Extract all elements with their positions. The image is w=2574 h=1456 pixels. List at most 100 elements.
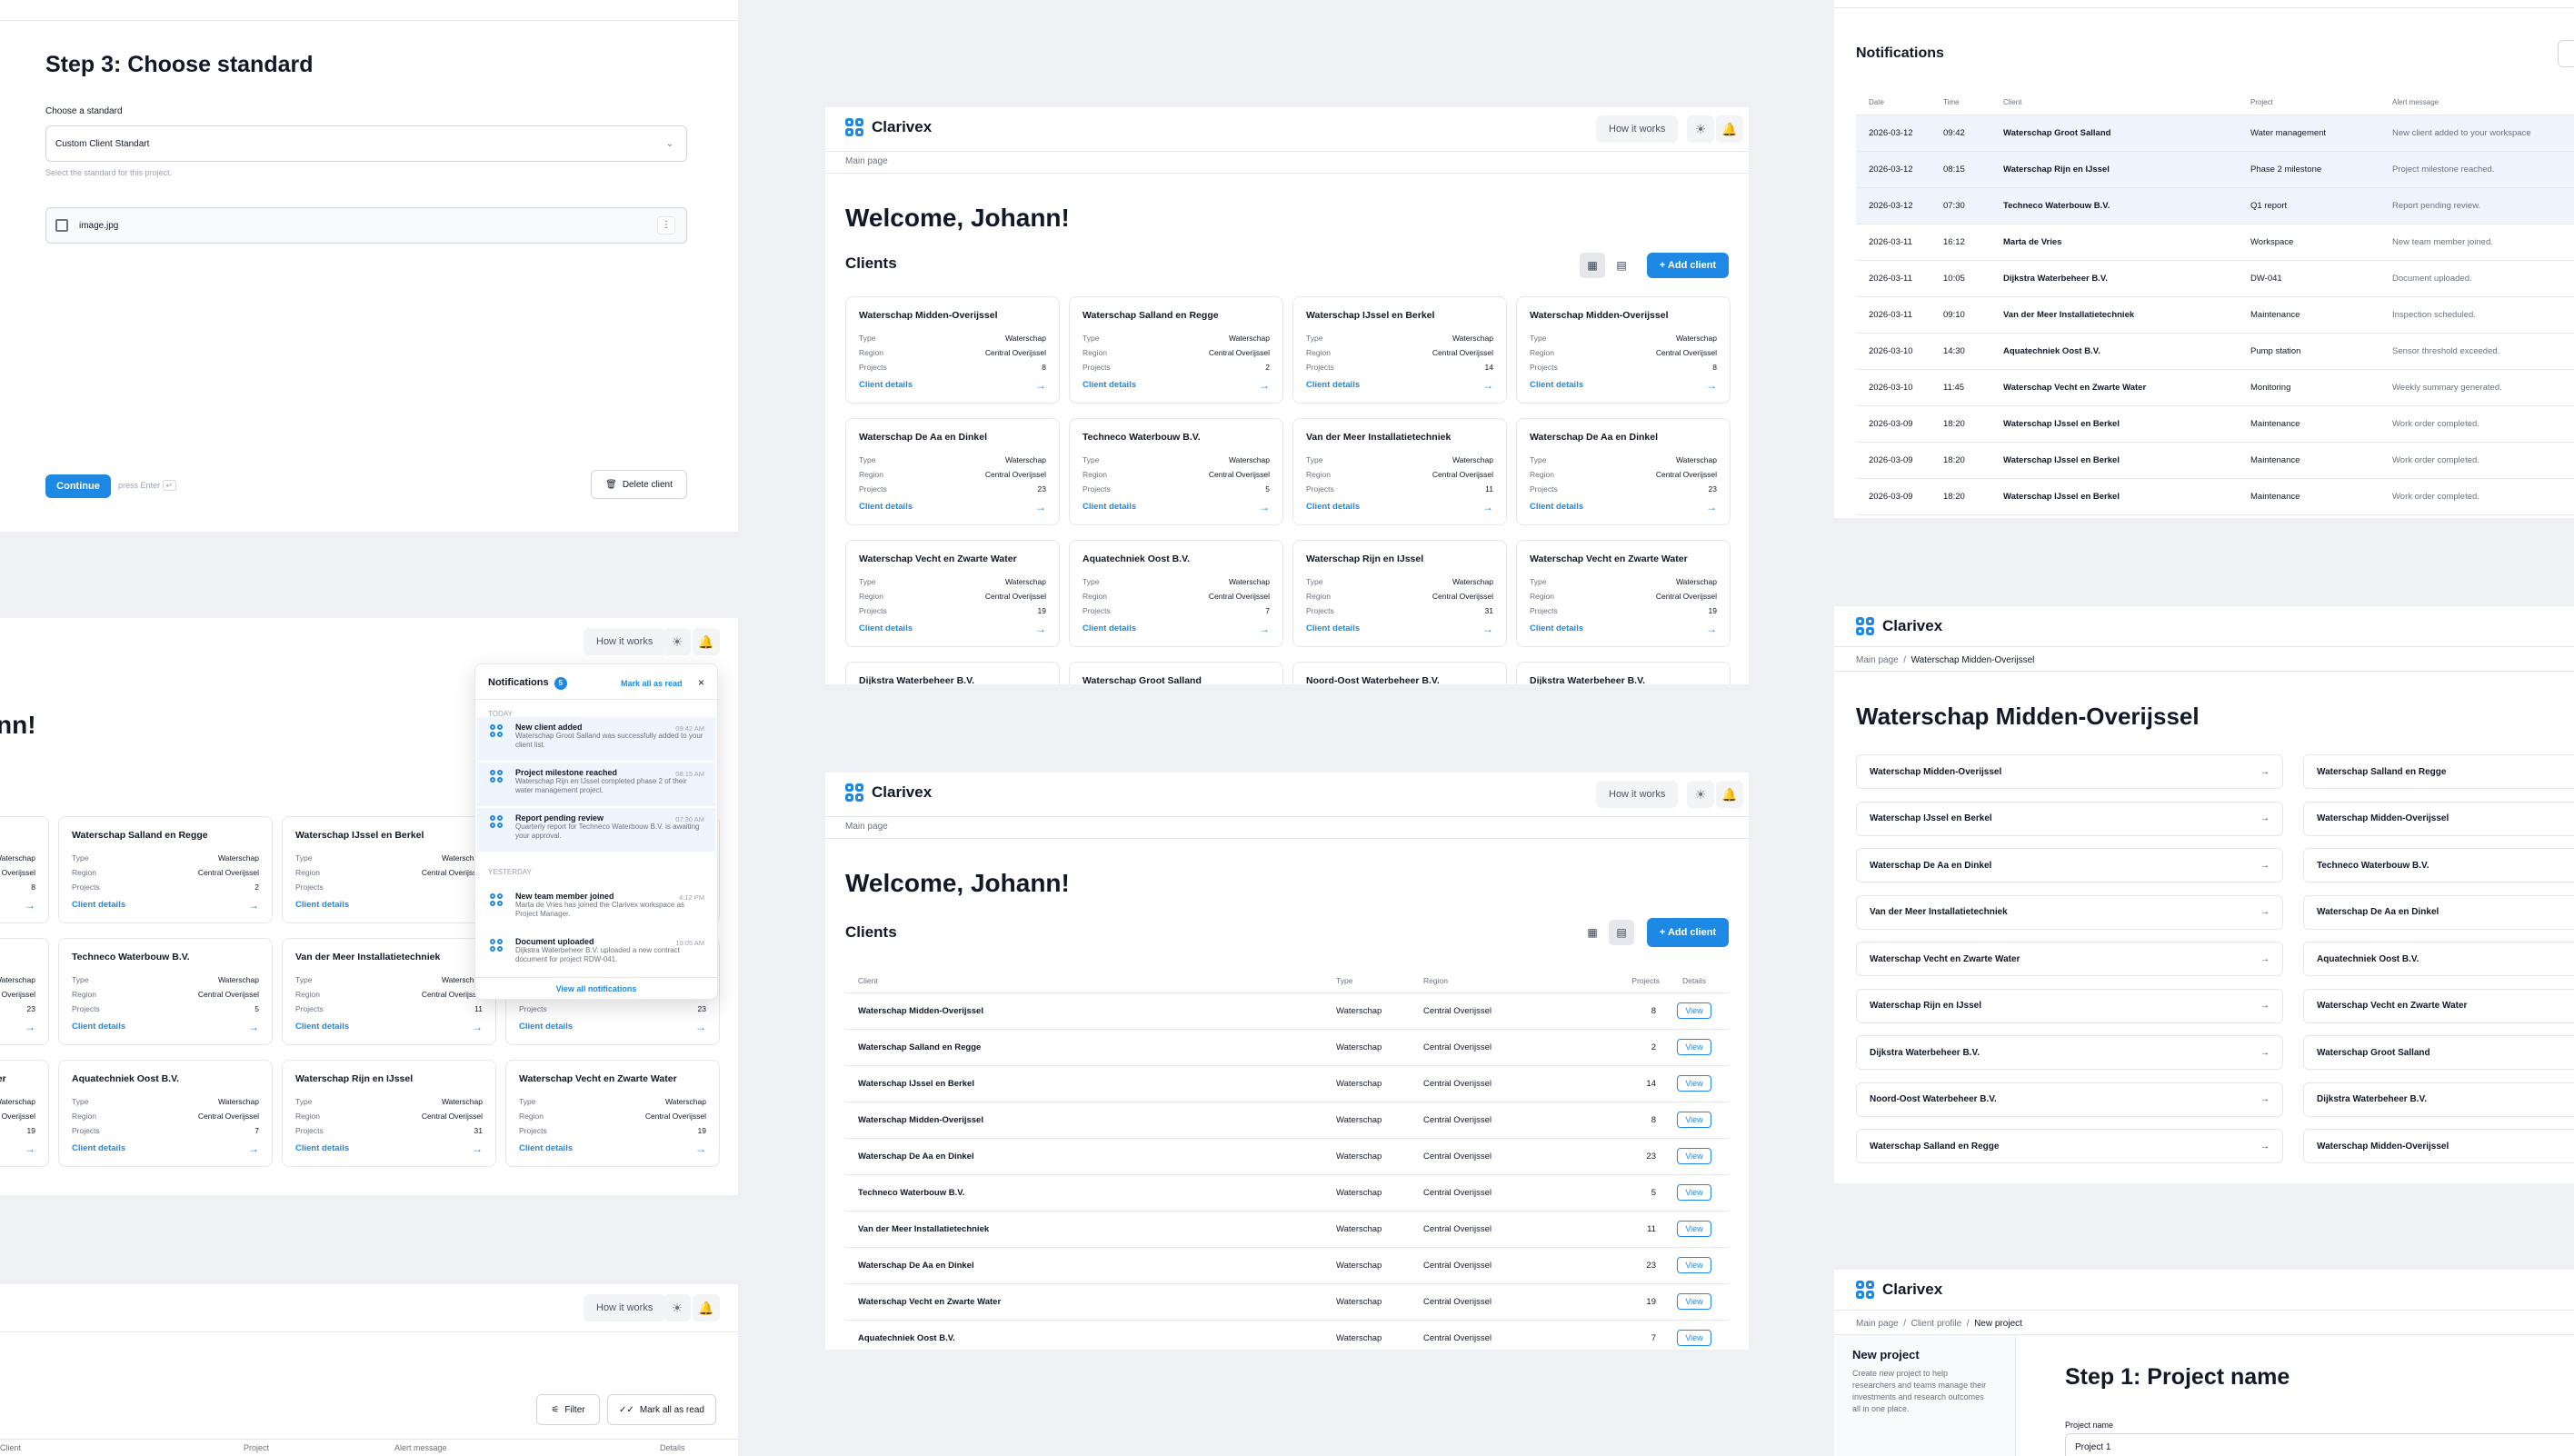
how-it-works-button[interactable]: How it works xyxy=(584,1294,666,1321)
panel-action-button[interactable] xyxy=(2558,40,2574,67)
notifications-bell-icon[interactable]: 🔔 xyxy=(693,1294,720,1321)
client-link-row[interactable]: Waterschap Vecht en Zwarte Water→ xyxy=(1856,942,2283,976)
client-card[interactable]: Waterschap De Aa en Dinkel TypeWaterscha… xyxy=(845,418,1060,525)
client-link-row[interactable]: Dijkstra Waterbeheer B.V.→ xyxy=(2303,1082,2574,1117)
view-all-notifications-link[interactable]: View all notifications xyxy=(475,984,717,993)
breadcrumb[interactable]: Main page xyxy=(845,822,888,832)
table-row[interactable]: 2026-03-11 09:10 Van der Meer Installati… xyxy=(1856,296,2574,333)
table-row[interactable]: 2026-03-11 16:12 Marta de Vries Workspac… xyxy=(1856,224,2574,260)
client-link-row[interactable]: Waterschap De Aa en Dinkel→ xyxy=(1856,848,2283,883)
view-button[interactable]: View xyxy=(1677,1330,1711,1346)
notifications-bell-icon[interactable]: 🔔 xyxy=(693,628,720,655)
view-button[interactable]: View xyxy=(1677,1075,1711,1092)
client-card[interactable]: Waterschap Vecht en Zwarte Water TypeWat… xyxy=(845,540,1060,647)
client-link-row[interactable]: Waterschap Groot Salland→ xyxy=(2303,1035,2574,1070)
client-card[interactable]: Waterschap De Aa en Dinkel TypeWaterscha… xyxy=(1516,418,1731,525)
notification-item[interactable]: New team member joined Marta de Vries ha… xyxy=(477,886,715,930)
client-card[interactable]: Waterschap IJssel en Berkel Type Watersch… xyxy=(282,816,496,923)
continue-button[interactable]: Continue xyxy=(45,474,111,498)
client-details-link[interactable]: Client details xyxy=(519,1143,573,1153)
client-card[interactable]: Waterschap De Aa en Dinkel TypeWaterscha… xyxy=(0,938,49,1045)
client-link-row[interactable]: Waterschap De Aa en Dinkel→ xyxy=(2303,894,2574,930)
client-details-link[interactable]: Client details xyxy=(72,1022,125,1032)
table-row[interactable]: 2026-03-11 10:05 Dijkstra Waterbeheer B.… xyxy=(1856,260,2574,296)
client-link-row[interactable]: Techneco Waterbouw B.V.→ xyxy=(2303,848,2574,883)
view-button[interactable]: View xyxy=(1677,1184,1711,1201)
client-details-link[interactable]: Client details xyxy=(1530,623,1583,633)
client-card[interactable]: Waterschap Salland en Regge Type Watersch… xyxy=(58,816,273,923)
client-link-row[interactable]: Aquatechniek Oost B.V.→ xyxy=(2303,942,2574,976)
table-row[interactable]: 2026-03-12 09:42 Waterschap Groot Sallan… xyxy=(1856,115,2574,151)
breadcrumb[interactable]: Main page / Waterschap Midden-Overijssel xyxy=(1856,655,2034,665)
add-client-button[interactable]: + Add client xyxy=(1647,253,1729,278)
more-options-icon[interactable]: ⋮ xyxy=(657,216,675,234)
table-view-icon[interactable]: ▤ xyxy=(1609,920,1634,945)
client-details-link[interactable]: Client details xyxy=(1306,502,1360,512)
client-card[interactable]: Waterschap Vecht en Zwarte Water TypeWat… xyxy=(505,1060,720,1167)
client-details-link[interactable]: Client details xyxy=(295,1143,349,1153)
client-card[interactable]: Waterschap Salland en Regge Type Watersch… xyxy=(1069,296,1283,404)
client-card[interactable]: Techneco Waterbouw B.V. Type Waterschap R… xyxy=(58,938,273,1045)
client-details-link[interactable]: Client details xyxy=(295,1022,349,1032)
client-details-link[interactable]: Client details xyxy=(1082,502,1136,512)
table-row[interactable]: 2026-03-10 11:45 Waterschap Vecht en Zwa… xyxy=(1856,369,2574,405)
client-link-row[interactable]: Waterschap Midden-Overijssel→ xyxy=(1856,754,2283,789)
breadcrumb[interactable]: Main page / Client profile / New project xyxy=(1856,1319,2022,1329)
client-card[interactable]: Van der Meer Installatietechniek Type Wat… xyxy=(1292,418,1507,525)
theme-toggle-icon[interactable]: ☀ xyxy=(1687,115,1714,143)
client-card[interactable]: Waterschap Rijn en IJssel Type Waterschap… xyxy=(1292,540,1507,647)
mark-all-read-button[interactable]: ✓✓ Mark all as read xyxy=(607,1394,716,1425)
client-link-row[interactable]: Waterschap IJssel en Berkel → xyxy=(1856,801,2283,836)
client-link-row[interactable]: Waterschap Vecht en Zwarte Water→ xyxy=(2303,988,2574,1023)
client-card[interactable]: Waterschap Midden-Overijssel TypeWatersc… xyxy=(0,816,49,923)
client-details-link[interactable]: Client details xyxy=(1082,623,1136,633)
client-card[interactable]: Waterschap IJssel en Berkel Type Watersch… xyxy=(1292,296,1507,404)
theme-toggle-icon[interactable]: ☀ xyxy=(1687,781,1714,808)
table-row[interactable]: 2026-03-09 18:20 Waterschap IJssel en Be… xyxy=(1856,442,2574,478)
table-row[interactable]: 2026-03-12 07:30 Techneco Waterbouw B.V.… xyxy=(1856,187,2574,224)
standard-select[interactable]: Custom Client Standart ⌄ xyxy=(45,125,687,162)
table-row[interactable]: 2026-03-09 18:20 Waterschap IJssel en Be… xyxy=(1856,405,2574,442)
notifications-bell-icon[interactable]: 🔔 xyxy=(1716,781,1743,808)
client-card[interactable]: Waterschap Vecht en Zwarte Water TypeWat… xyxy=(1516,540,1731,647)
table-row[interactable]: 2026-03-09 18:20 Waterschap IJssel en Be… xyxy=(1856,478,2574,514)
client-details-link[interactable]: Client details xyxy=(519,1022,573,1032)
client-details-link[interactable]: Client details xyxy=(1530,502,1583,512)
client-card[interactable]: Waterschap Groot Salland xyxy=(1069,662,1283,684)
filter-button[interactable]: ⚟ Filter xyxy=(536,1394,600,1425)
client-link-row[interactable]: Waterschap Salland en Regge→ xyxy=(2303,754,2574,789)
grid-view-icon[interactable]: ▦ xyxy=(1580,920,1605,945)
theme-toggle-icon[interactable]: ☀ xyxy=(663,1294,691,1321)
client-card[interactable]: Dijkstra Waterbeheer B.V. xyxy=(845,662,1060,684)
table-row[interactable]: 2026-03-12 08:15 Waterschap Rijn en IJss… xyxy=(1856,151,2574,187)
view-button[interactable]: View xyxy=(1677,1039,1711,1055)
client-details-link[interactable]: Client details xyxy=(72,900,125,910)
view-button[interactable]: View xyxy=(1677,1257,1711,1273)
client-card[interactable]: Techneco Waterbouw B.V. Type Waterschap R… xyxy=(1069,418,1283,525)
client-details-link[interactable]: Client details xyxy=(859,380,913,390)
notification-item[interactable]: Report pending review Quarterly report f… xyxy=(477,808,715,852)
client-card[interactable]: Aquatechniek Oost B.V. Type Waterschap Re… xyxy=(58,1060,273,1167)
client-details-link[interactable]: Client details xyxy=(1082,380,1136,390)
view-button[interactable]: View xyxy=(1677,1002,1711,1019)
client-details-link[interactable]: Client details xyxy=(1306,623,1360,633)
notification-item[interactable]: Project milestone reached Waterschap Rij… xyxy=(477,763,715,806)
client-details-link[interactable]: Client details xyxy=(295,900,349,910)
client-details-link[interactable]: Client details xyxy=(72,1143,125,1153)
theme-toggle-icon[interactable]: ☀ xyxy=(663,628,691,655)
view-button[interactable]: View xyxy=(1677,1148,1711,1164)
notification-item[interactable]: Document uploaded Dijkstra Waterbeheer B… xyxy=(477,932,715,975)
client-link-row[interactable]: Waterschap Midden-Overijssel→ xyxy=(2303,1129,2574,1163)
client-link-row[interactable]: Waterschap Midden-Overijssel→ xyxy=(2303,801,2574,836)
how-it-works-button[interactable]: How it works xyxy=(584,628,666,655)
table-row[interactable]: 2026-03-10 14:30 Aquatechniek Oost B.V. … xyxy=(1856,333,2574,369)
client-link-row[interactable]: Dijkstra Waterbeheer B.V.→ xyxy=(1856,1035,2283,1070)
mark-all-read-link[interactable]: Mark all as read xyxy=(621,679,683,688)
client-details-link[interactable]: Client details xyxy=(1530,380,1583,390)
how-it-works-button[interactable]: How it works xyxy=(1596,781,1679,808)
client-link-row[interactable]: Van der Meer Installatietechniek → xyxy=(1856,894,2283,930)
client-card[interactable]: Noord-Oost Waterbeheer B.V. xyxy=(1292,662,1507,684)
client-link-row[interactable]: Noord-Oost Waterbeheer B.V. → xyxy=(1856,1082,2283,1117)
client-link-row[interactable]: Waterschap Salland en Regge→ xyxy=(1856,1129,2283,1163)
client-card[interactable]: Dijkstra Waterbeheer B.V. xyxy=(1516,662,1731,684)
